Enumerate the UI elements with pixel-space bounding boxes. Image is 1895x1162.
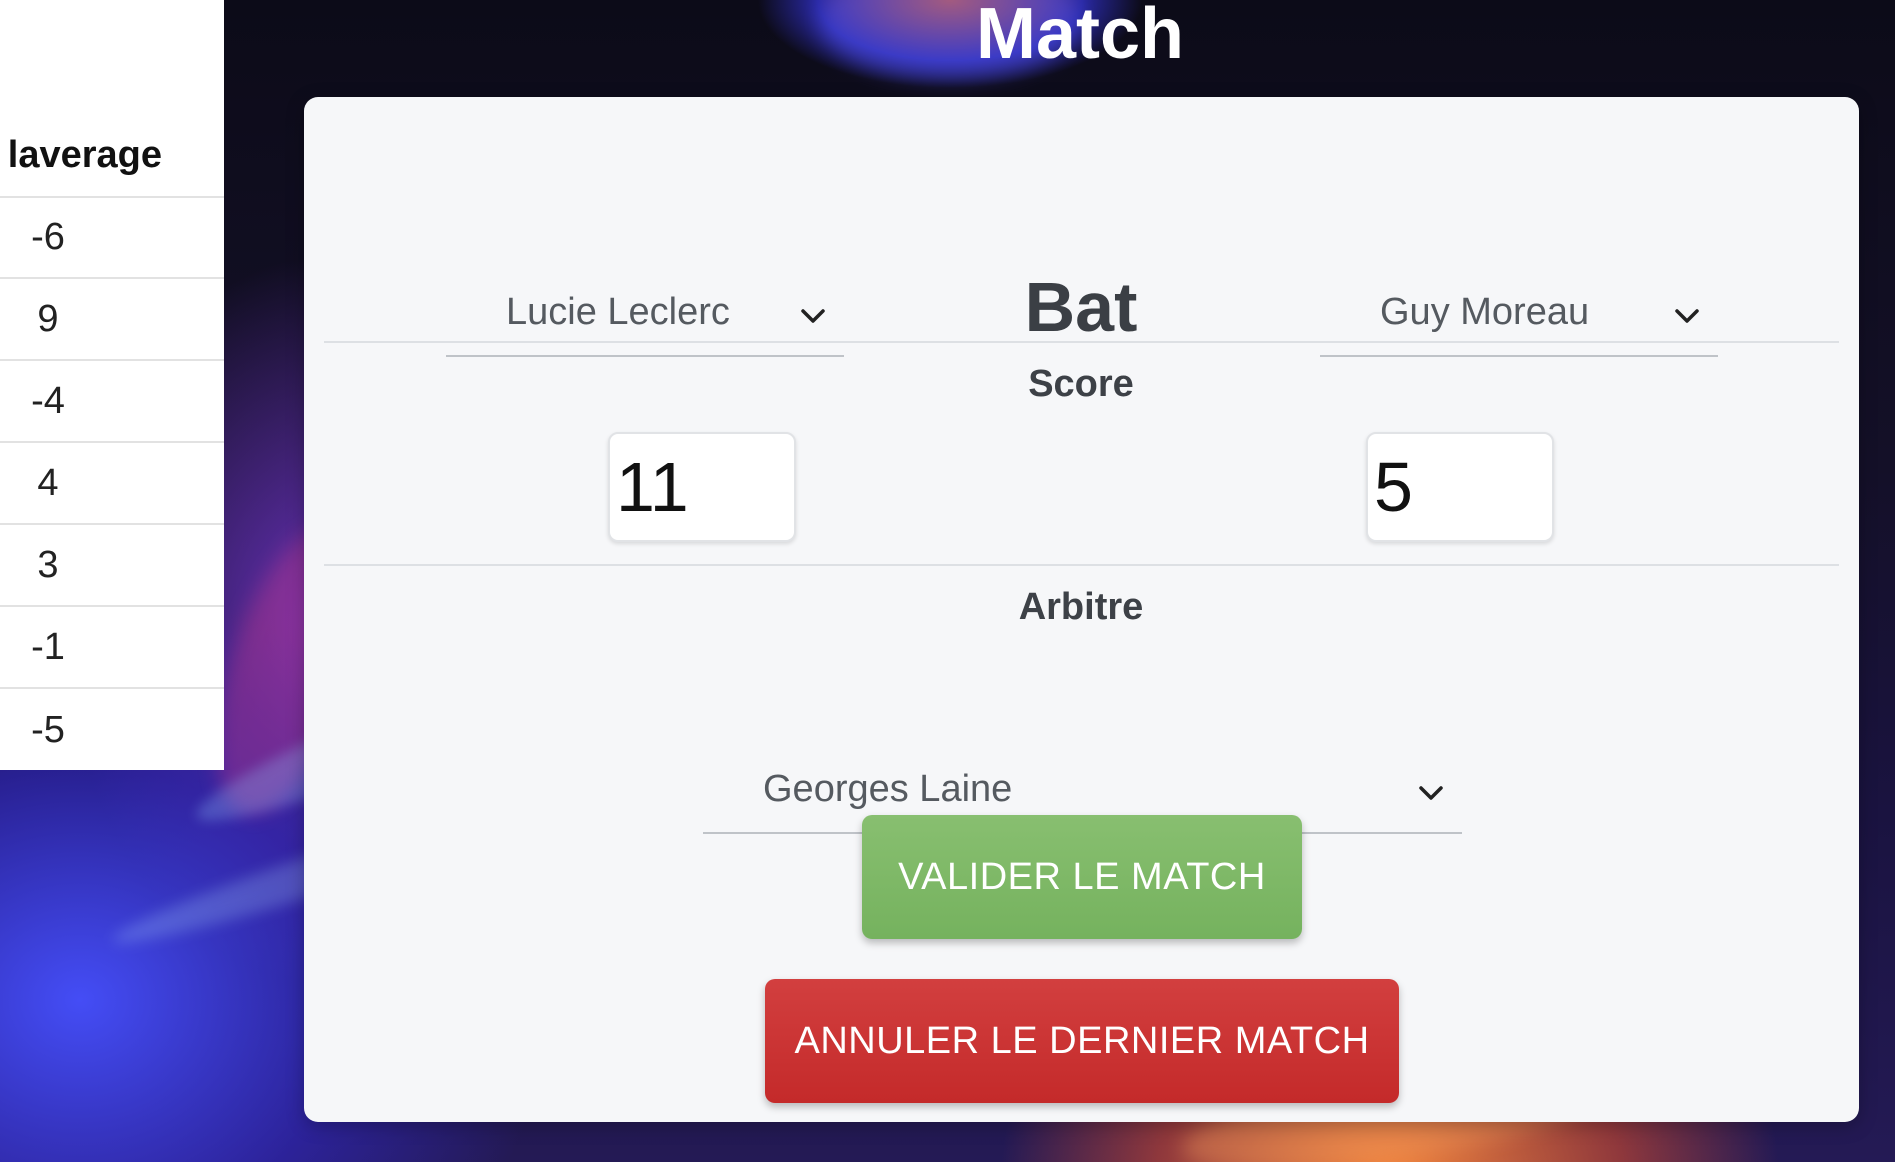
goal-average-cell: -6 <box>31 215 65 258</box>
chevron-down-icon <box>1670 299 1704 333</box>
loser-select-value: Guy Moreau <box>1380 291 1590 333</box>
chevron-down-icon <box>796 299 830 333</box>
goal-average-cell: -5 <box>31 708 65 751</box>
chevron-down-icon <box>1414 776 1448 810</box>
goal-average-cell: -1 <box>31 625 65 668</box>
table-row: 3 <box>0 525 224 607</box>
table-row: -4 <box>0 361 224 443</box>
goal-average-cell: 3 <box>37 543 59 586</box>
table-row: 4 <box>0 443 224 525</box>
match-form-card: Lucie Leclerc Bat Guy Moreau Score Arbit… <box>304 97 1859 1122</box>
standings-rows: -6 9 -4 4 3 -1 -5 <box>0 197 224 770</box>
score-label: Score <box>1028 363 1134 405</box>
page-title: Match <box>975 0 1185 74</box>
table-row: -5 <box>0 689 224 770</box>
table-row: -1 <box>0 607 224 689</box>
loser-select[interactable]: Guy Moreau <box>1320 277 1718 357</box>
goal-average-cell: 9 <box>37 297 59 340</box>
referee-label: Arbitre <box>1018 586 1144 628</box>
standings-header: laverage <box>0 130 224 198</box>
winner-select-value: Lucie Leclerc <box>506 291 730 333</box>
goal-average-cell: -4 <box>31 379 65 422</box>
cancel-last-match-button[interactable]: ANNULER LE DERNIER MATCH <box>765 979 1399 1103</box>
standings-table: laverage -6 9 -4 4 3 -1 -5 <box>0 0 224 770</box>
beats-label: Bat <box>1024 268 1138 346</box>
divider <box>324 564 1839 566</box>
validate-match-button[interactable]: VALIDER LE MATCH <box>862 815 1302 939</box>
referee-select-value: Georges Laine <box>763 768 1013 810</box>
winner-score-input[interactable] <box>608 432 796 542</box>
goal-average-cell: 4 <box>37 461 59 504</box>
divider <box>324 341 1839 343</box>
winner-select[interactable]: Lucie Leclerc <box>446 277 844 357</box>
loser-score-input[interactable] <box>1366 432 1554 542</box>
table-row: 9 <box>0 279 224 361</box>
table-row: -6 <box>0 197 224 279</box>
goal-average-column-header: laverage <box>7 134 162 176</box>
